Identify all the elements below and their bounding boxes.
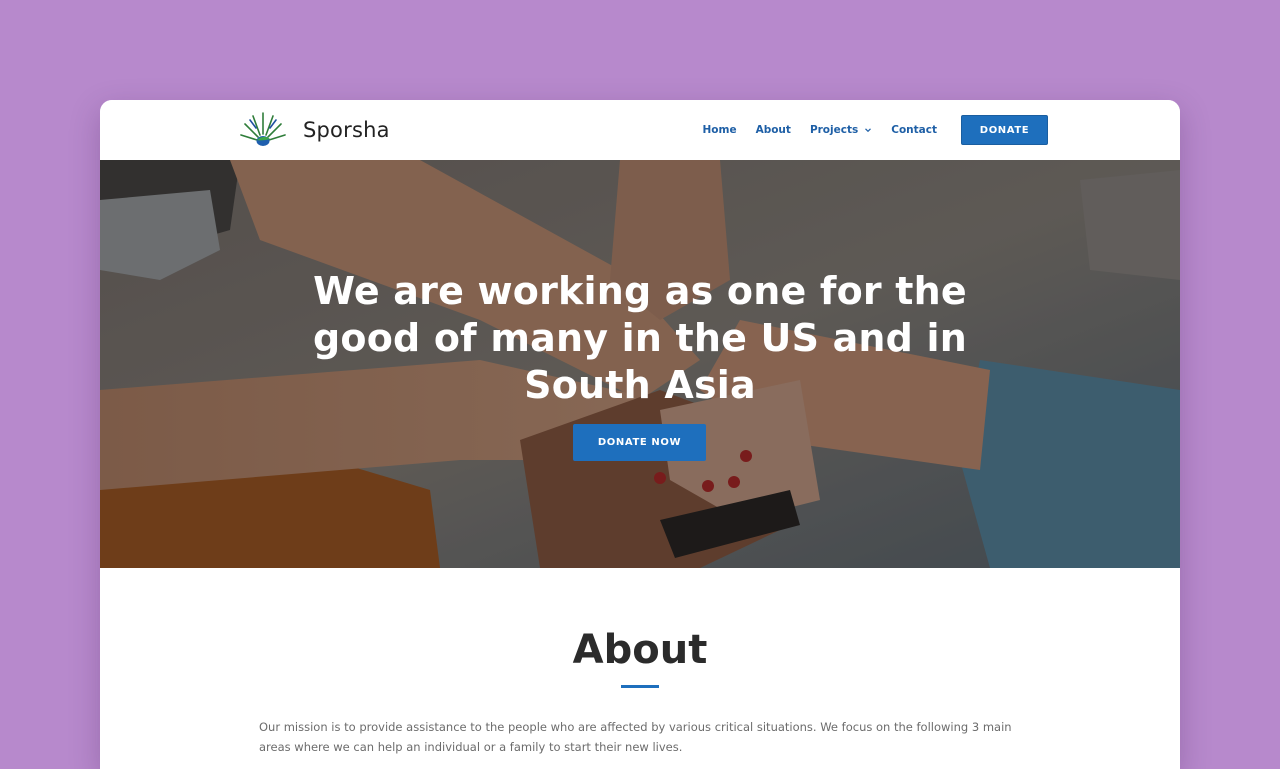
sun-rays-leaf-logo-icon — [240, 112, 286, 146]
browser-frame: Sporsha Home About Projects Contact DONA… — [100, 100, 1180, 769]
site-logo[interactable]: Sporsha — [240, 110, 390, 150]
nav-projects-label: Projects — [809, 124, 859, 136]
nav-home[interactable]: Home — [703, 124, 737, 136]
chevron-down-icon — [865, 128, 872, 133]
nav-projects[interactable]: Projects — [810, 124, 872, 136]
nav-about[interactable]: About — [756, 124, 791, 136]
hero-section: We are working as one for the good of ma… — [100, 160, 1180, 568]
site-title[interactable]: Sporsha — [303, 118, 390, 142]
about-heading: About — [572, 627, 708, 673]
site-header: Sporsha Home About Projects Contact DONA… — [100, 100, 1180, 160]
nav-contact[interactable]: Contact — [891, 124, 937, 136]
main-nav: Home About Projects Contact DONATE — [703, 115, 1048, 145]
donate-now-button[interactable]: DONATE NOW — [573, 424, 706, 461]
hero-title: We are working as one for the good of ma… — [313, 269, 967, 407]
about-divider — [621, 685, 659, 688]
about-text: Our mission is to provide assistance to … — [259, 720, 1012, 754]
donate-button[interactable]: DONATE — [961, 115, 1048, 145]
